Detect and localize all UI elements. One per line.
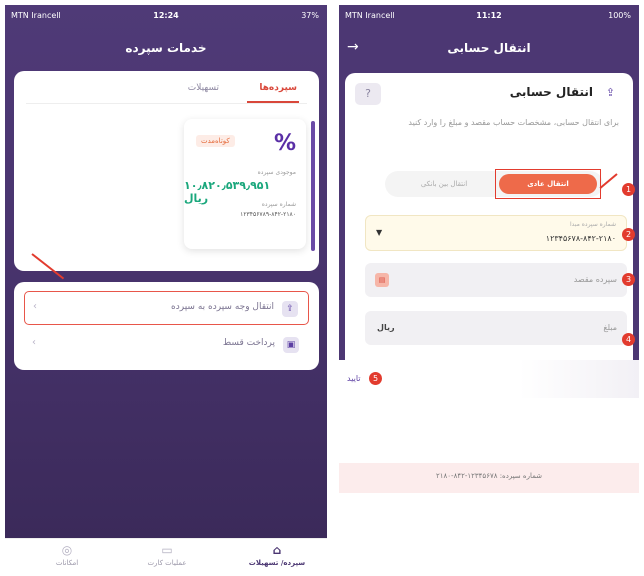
deposit-icon: ⌂ [272, 543, 282, 557]
right-screen: MTN Irancell 11:12 100% انتقال حسابی → ⇪… [339, 5, 639, 575]
nav-label: سپرده/ تسهیلات [248, 559, 306, 567]
account-number-value: ۱۲۳۴۵۶۷۸۹-۸۴۲-۲۱۸۰ [240, 211, 296, 218]
source-label: شماره سپرده مبدا [570, 221, 616, 228]
chevron-down-icon: ▼ [376, 228, 383, 237]
tabs-divider [26, 103, 307, 104]
services-menu: ⇪ انتقال وجه سپرده به سپرده › ▣ پرداخت ق… [14, 282, 319, 370]
currency-unit: ریال [377, 323, 395, 332]
destination-account-field[interactable]: سپرده مقصد ▤ [365, 263, 627, 297]
step-badge-5: 5 [369, 372, 382, 385]
contacts-icon[interactable]: ▤ [375, 273, 389, 287]
menu-item-installment[interactable]: ▣ پرداخت قسط › [24, 328, 309, 362]
confirm-button[interactable]: تایید [347, 374, 361, 383]
tab-loans[interactable]: تسهیلات [188, 83, 219, 93]
deposit-account-card[interactable]: % کوتاه‌مدت موجودی سپرده ۱۰٫۸۲۰٫۵۳۹٫۹۵۱ … [184, 119, 306, 249]
nav-settings[interactable]: ◎ امکانات [27, 543, 107, 567]
nav-label: امکانات [55, 559, 79, 567]
nav-card-operations[interactable]: ▭ عملیات کارت [127, 543, 207, 567]
transfer-type-segment: انتقال عادی انتقال بین بانکی [385, 169, 603, 199]
source-account-select[interactable]: شماره سپرده مبدا ۱۲۳۴۵۶۷۸-۸۴۲-۲۱۸۰ ▼ [365, 215, 627, 251]
account-number-label: شماره سپرده [261, 201, 296, 208]
transfer-icon: ⇪ [605, 86, 615, 99]
annotation-highlight [495, 169, 601, 199]
nav-deposits[interactable]: ⌂ سپرده/ تسهیلات [237, 543, 317, 567]
step-badge-2: 2 [622, 228, 635, 241]
page-title: خدمات سپرده [125, 41, 207, 55]
battery: 37% [301, 11, 319, 20]
menu-item-label: پرداخت قسط [222, 338, 275, 348]
status-bar: MTN Irancell 12:24 37% [5, 5, 327, 27]
source-value: ۱۲۳۴۵۶۷۸-۸۴۲-۲۱۸۰ [545, 234, 616, 243]
clock: 12:24 [153, 11, 179, 20]
menu-item-transfer[interactable]: ⇪ انتقال وجه سپرده به سپرده › [24, 291, 309, 325]
carousel-scroll-indicator [311, 121, 315, 251]
battery: 100% [608, 11, 631, 20]
card-icon: ▭ [161, 543, 173, 557]
segment-interbank-transfer[interactable]: انتقال بین بانکی [395, 174, 493, 194]
settings-icon: ◎ [61, 543, 73, 557]
step-badge-4: 4 [622, 333, 635, 346]
form-description: برای انتقال حسابی، مشخصات حساب مقصد و مب… [408, 118, 619, 127]
chevron-left-icon: › [33, 301, 37, 312]
footer-banner: شماره سپرده: ۱۲۳۴۵۶۷۸-۸۴۲-۲۱۸۰ [339, 463, 639, 493]
balance-label: موجودی سپرده [257, 169, 296, 176]
help-icon[interactable]: ? [355, 83, 381, 105]
tab-deposits[interactable]: سپرده‌ها [259, 83, 297, 93]
transfer-icon: ⇪ [282, 301, 298, 317]
left-screen: MTN Irancell 12:24 37% خدمات سپرده سپرده… [5, 5, 327, 575]
transfer-form-card: ⇪ انتقال حسابی ? برای انتقال حسابی، مشخص… [345, 73, 635, 373]
nav-label: عملیات کارت [147, 559, 187, 567]
back-arrow-icon[interactable]: → [347, 39, 359, 55]
clock: 11:12 [476, 11, 502, 20]
amount-field[interactable]: مبلغ ریال [365, 311, 627, 345]
destination-placeholder: سپرده مقصد [573, 275, 617, 284]
status-bar: MTN Irancell 11:12 100% [339, 5, 639, 27]
page-title: انتقال حسابی [447, 41, 531, 55]
bank-logo-icon: % [273, 131, 296, 156]
action-bar [339, 360, 639, 398]
amount-placeholder: مبلغ [603, 323, 617, 332]
chevron-left-icon: › [32, 337, 36, 348]
footer-text: شماره سپرده: ۱۲۳۴۵۶۷۸-۸۴۲-۲۱۸۰ [436, 472, 542, 480]
form-title: انتقال حسابی [509, 85, 593, 99]
menu-item-label: انتقال وجه سپرده به سپرده [171, 302, 274, 312]
step-badge-1: 1 [622, 183, 635, 196]
deposits-card: سپرده‌ها تسهیلات % کوتاه‌مدت موجودی سپرد… [14, 71, 319, 271]
step-badge-3: 3 [622, 273, 635, 286]
installment-icon: ▣ [283, 337, 299, 353]
bottom-nav: ⌂ سپرده/ تسهیلات ▭ عملیات کارت ◎ امکانات [5, 538, 327, 575]
deposit-type-badge: کوتاه‌مدت [196, 135, 235, 147]
